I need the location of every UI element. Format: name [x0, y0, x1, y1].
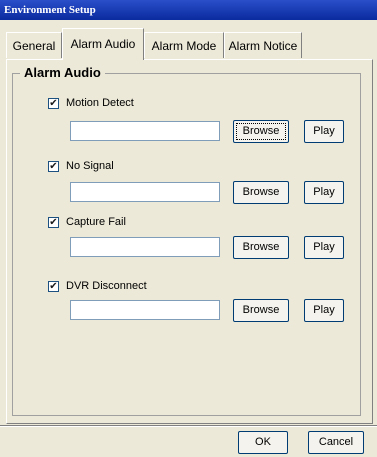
cancel-button[interactable]: Cancel: [308, 431, 364, 454]
tab-general[interactable]: General: [6, 32, 62, 58]
window-title: Environment Setup: [0, 0, 377, 20]
dvr-disconnect-checkbox[interactable]: ✔: [48, 281, 59, 292]
motion-detect-label: Motion Detect: [66, 97, 134, 109]
no-signal-path-field[interactable]: [70, 182, 220, 202]
ok-button[interactable]: OK: [238, 431, 288, 454]
group-title: Alarm Audio: [20, 65, 105, 80]
dvr-disconnect-play-button[interactable]: Play: [304, 299, 344, 322]
no-signal-browse-button[interactable]: Browse: [233, 181, 289, 204]
tab-alarm-mode[interactable]: Alarm Mode: [144, 32, 224, 58]
dvr-disconnect-label: DVR Disconnect: [66, 280, 147, 292]
environment-setup-window: Environment Setup General Alarm Audio Al…: [0, 0, 377, 457]
capture-fail-label: Capture Fail: [66, 216, 126, 228]
motion-detect-browse-button[interactable]: Browse: [233, 120, 289, 143]
tab-alarm-audio[interactable]: Alarm Audio: [62, 28, 144, 60]
motion-detect-checkbox[interactable]: ✔: [48, 98, 59, 109]
tab-alarm-notice[interactable]: Alarm Notice: [224, 32, 302, 58]
capture-fail-path-field[interactable]: [70, 237, 220, 257]
motion-detect-play-button[interactable]: Play: [304, 120, 344, 143]
footer-divider-highlight: [0, 426, 377, 427]
no-signal-play-button[interactable]: Play: [304, 181, 344, 204]
motion-detect-path-field[interactable]: [70, 121, 220, 141]
no-signal-label: No Signal: [66, 160, 114, 172]
capture-fail-browse-button[interactable]: Browse: [233, 236, 289, 259]
capture-fail-play-button[interactable]: Play: [304, 236, 344, 259]
dvr-disconnect-path-field[interactable]: [70, 300, 220, 320]
dvr-disconnect-browse-button[interactable]: Browse: [233, 299, 289, 322]
capture-fail-checkbox[interactable]: ✔: [48, 217, 59, 228]
no-signal-checkbox[interactable]: ✔: [48, 161, 59, 172]
